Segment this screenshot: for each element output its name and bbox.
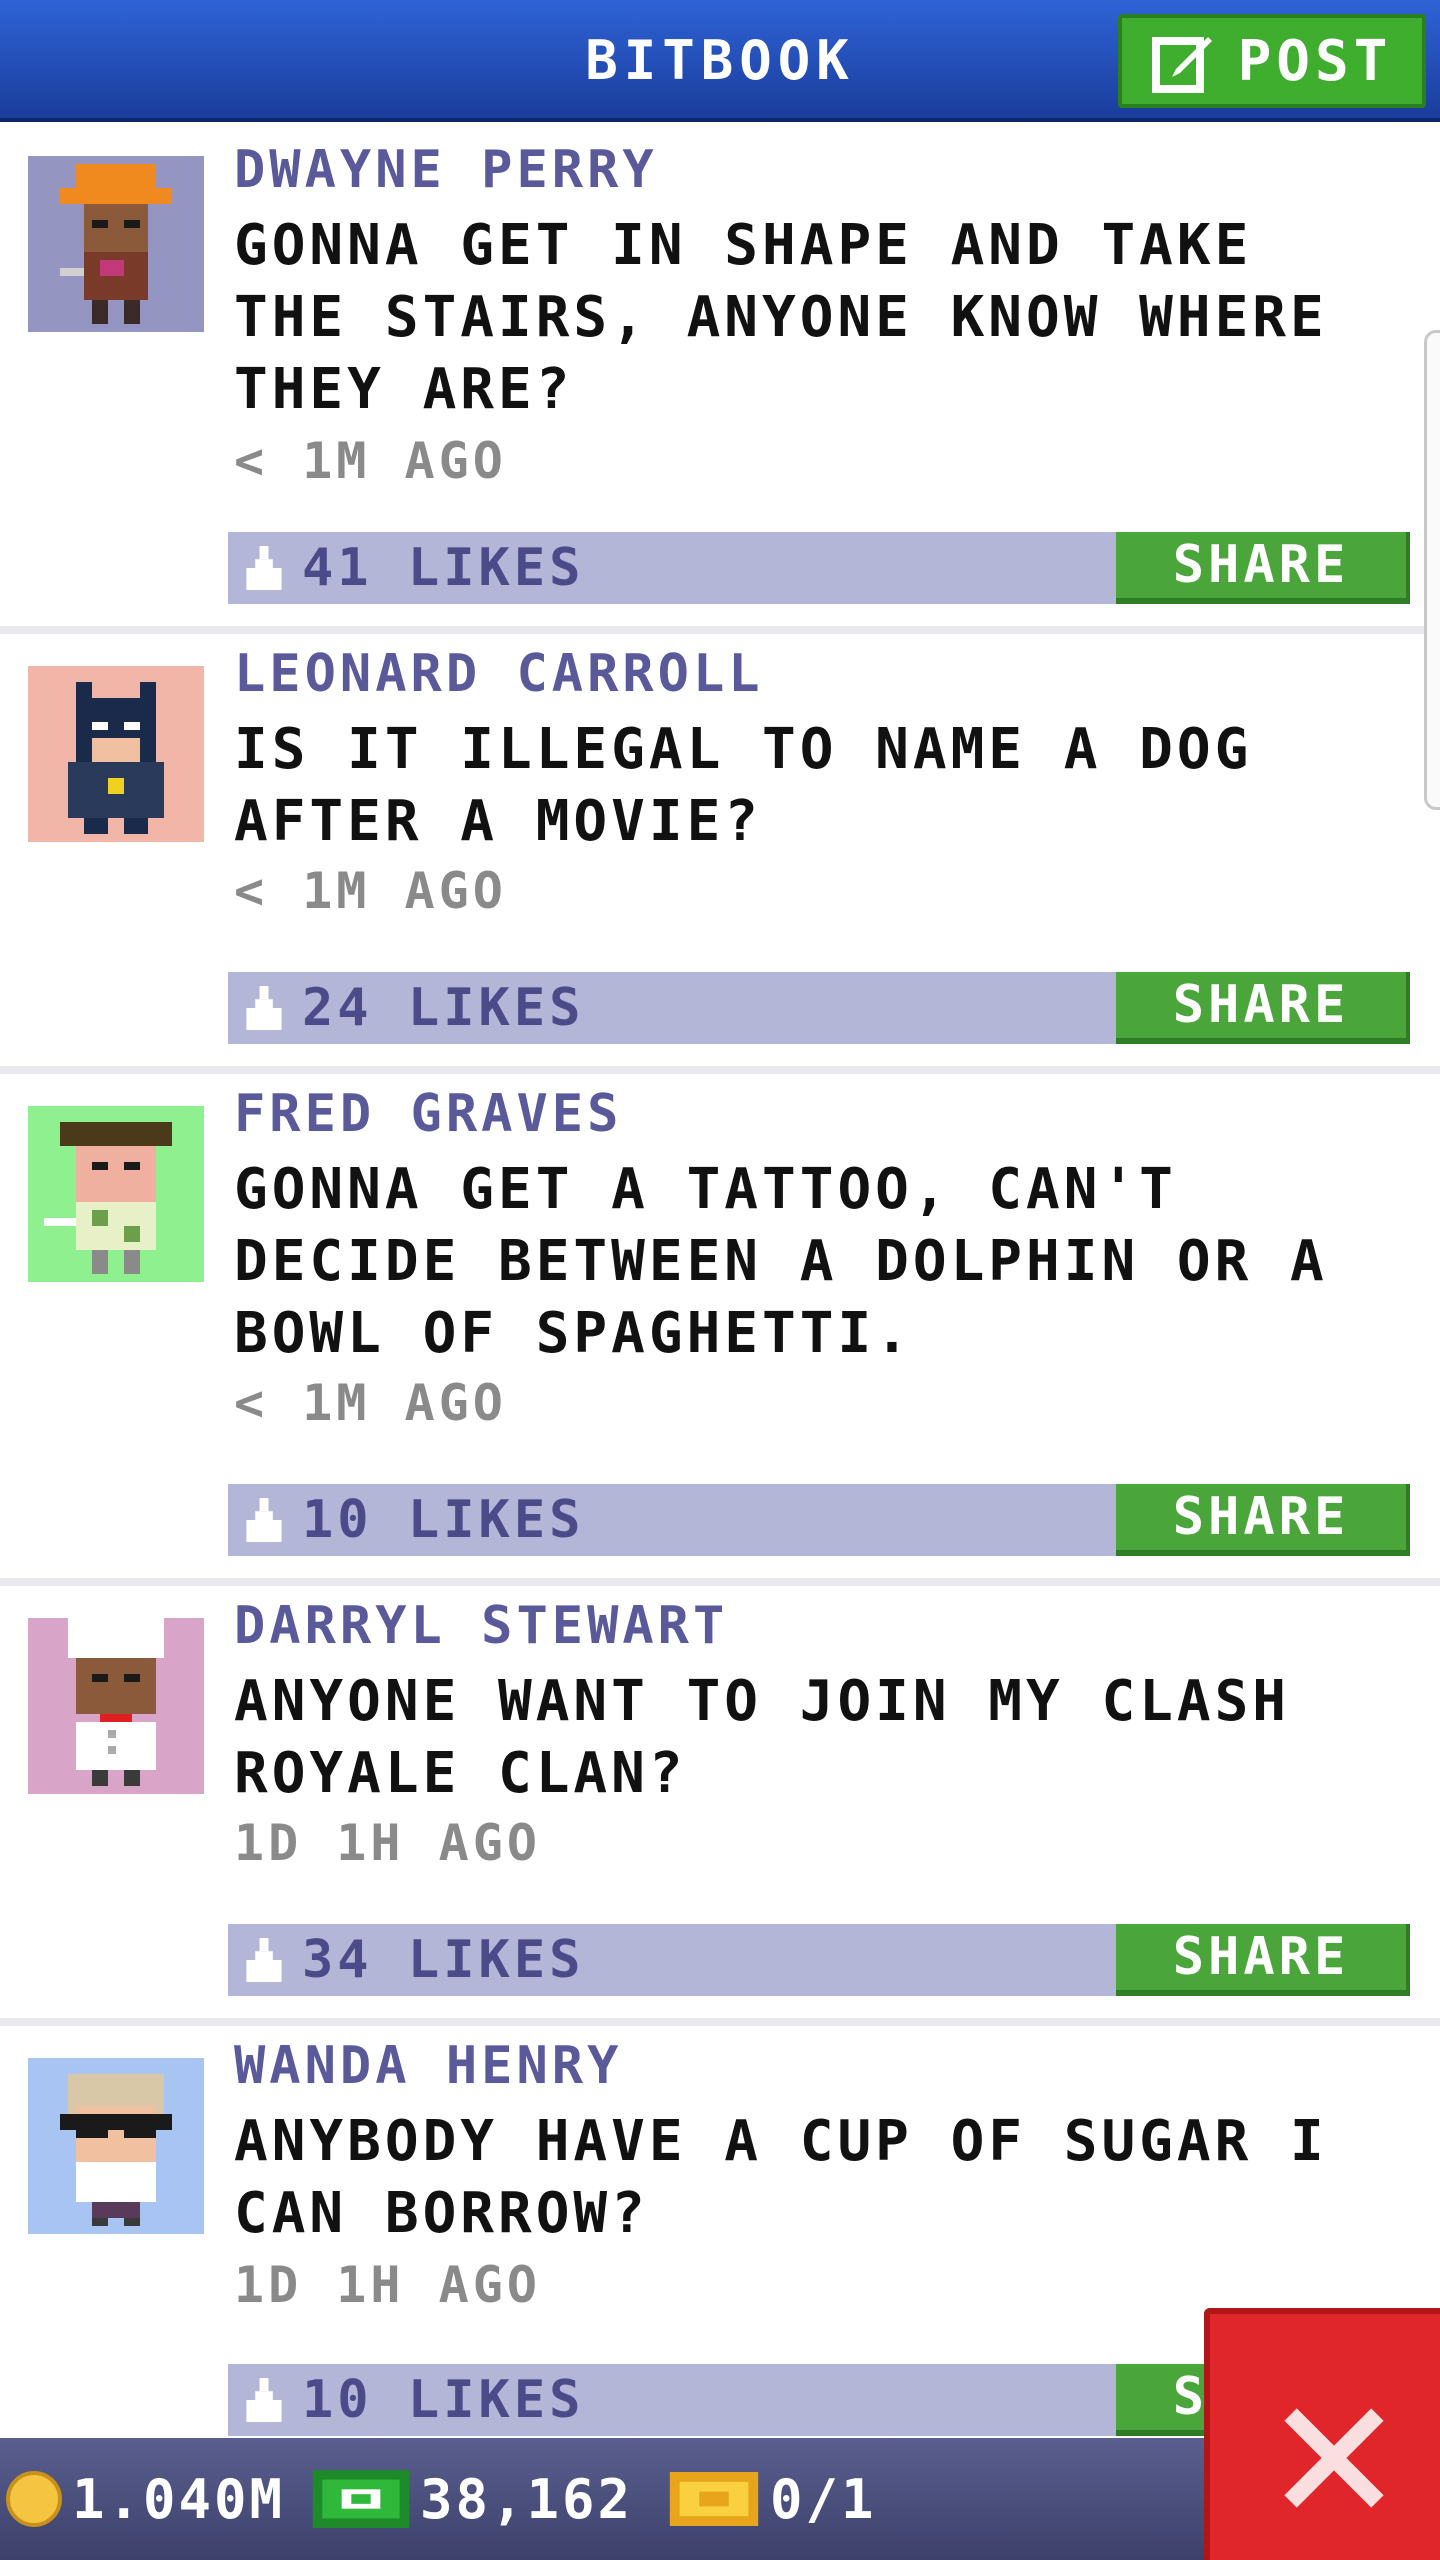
post-author[interactable]: DWAYNE PERRY	[234, 140, 658, 200]
post-timestamp: 1D 1H AGO	[234, 1814, 541, 1872]
coin-icon	[6, 2471, 62, 2527]
likes-bar: 34 LIKES SHARE	[228, 1924, 1410, 1996]
avatar-chef	[28, 1618, 204, 1794]
tickets-value: 0/1	[770, 2467, 877, 2531]
feed-post: DARRYL STEWART ANYONE WANT TO JOIN MY CL…	[0, 1586, 1440, 2026]
post-message: IS IT ILLEGAL TO NAME A DOG AFTER A MOVI…	[234, 717, 1253, 854]
ticket-icon	[669, 2472, 759, 2526]
avatar[interactable]	[28, 156, 204, 332]
edit-icon	[1151, 37, 1212, 93]
likes-bar: 24 LIKES SHARE	[228, 972, 1410, 1044]
thumbs-up-icon[interactable]	[242, 986, 286, 1030]
thumbs-up-icon[interactable]	[242, 1938, 286, 1982]
post-author[interactable]: WANDA HENRY	[234, 2036, 622, 2096]
avatar[interactable]	[28, 666, 204, 842]
post-message: GONNA GET IN SHAPE AND TAKE THE STAIRS, …	[234, 213, 1328, 422]
post-timestamp: < 1M AGO	[234, 1374, 507, 1432]
avatar[interactable]	[28, 2058, 204, 2234]
thumbs-up-icon[interactable]	[242, 546, 286, 590]
likes-bar: 41 LIKES SHARE	[228, 532, 1410, 604]
post-author[interactable]: FRED GRAVES	[234, 1084, 622, 1144]
avatar-construction-worker	[28, 156, 204, 332]
post-button[interactable]: POST	[1118, 14, 1426, 108]
cash-value: 38,162	[420, 2467, 634, 2531]
post-timestamp: < 1M AGO	[234, 432, 507, 490]
post-author[interactable]: LEONARD CARROLL	[234, 644, 764, 704]
close-button[interactable]	[1204, 2308, 1440, 2560]
avatar[interactable]	[28, 1618, 204, 1794]
likes-bar: 10 LIKES SHARE	[228, 1484, 1410, 1556]
likes-count: 24 LIKES	[302, 978, 585, 1038]
coins-value: 1.040M	[72, 2467, 286, 2531]
cash-stat: 38,162	[312, 2438, 633, 2560]
likes-count: 34 LIKES	[302, 1930, 585, 1990]
likes-count: 10 LIKES	[302, 1490, 585, 1550]
close-icon	[1284, 2408, 1384, 2508]
avatar[interactable]	[28, 1106, 204, 1282]
feed-post: DWAYNE PERRY GONNA GET IN SHAPE AND TAKE…	[0, 126, 1440, 634]
avatar-sunglasses-lady	[28, 2058, 204, 2234]
feed-post: FRED GRAVES GONNA GET A TATTOO, CAN'T DE…	[0, 1074, 1440, 1586]
likes-count: 41 LIKES	[302, 538, 585, 598]
post-button-label: POST	[1237, 28, 1393, 94]
thumbs-up-icon[interactable]	[242, 2378, 286, 2422]
likes-count: 10 LIKES	[302, 2370, 585, 2430]
share-button[interactable]: SHARE	[1116, 532, 1410, 604]
thumbs-up-icon[interactable]	[242, 1498, 286, 1542]
feed-post: LEONARD CARROLL IS IT ILLEGAL TO NAME A …	[0, 634, 1440, 1074]
post-timestamp: < 1M AGO	[234, 862, 507, 920]
scrollbar[interactable]	[1424, 330, 1440, 810]
cash-icon	[312, 2470, 410, 2528]
post-author[interactable]: DARRYL STEWART	[234, 1596, 728, 1656]
share-button[interactable]: SHARE	[1116, 1484, 1410, 1556]
post-message: GONNA GET A TATTOO, CAN'T DECIDE BETWEEN…	[234, 1157, 1328, 1366]
app-header: BITBOOK POST	[0, 0, 1440, 122]
share-button[interactable]: SHARE	[1116, 972, 1410, 1044]
avatar-golfer	[28, 1106, 204, 1282]
coins-stat: 1.040M	[6, 2438, 285, 2560]
tickets-stat: 0/1	[668, 2438, 877, 2560]
post-message: ANYBODY HAVE A CUP OF SUGAR I CAN BORROW…	[234, 2109, 1328, 2246]
post-timestamp: 1D 1H AGO	[234, 2256, 541, 2314]
avatar-bat-costume	[28, 666, 204, 842]
share-button[interactable]: SHARE	[1116, 1924, 1410, 1996]
post-message: ANYONE WANT TO JOIN MY CLASH ROYALE CLAN…	[234, 1669, 1291, 1806]
